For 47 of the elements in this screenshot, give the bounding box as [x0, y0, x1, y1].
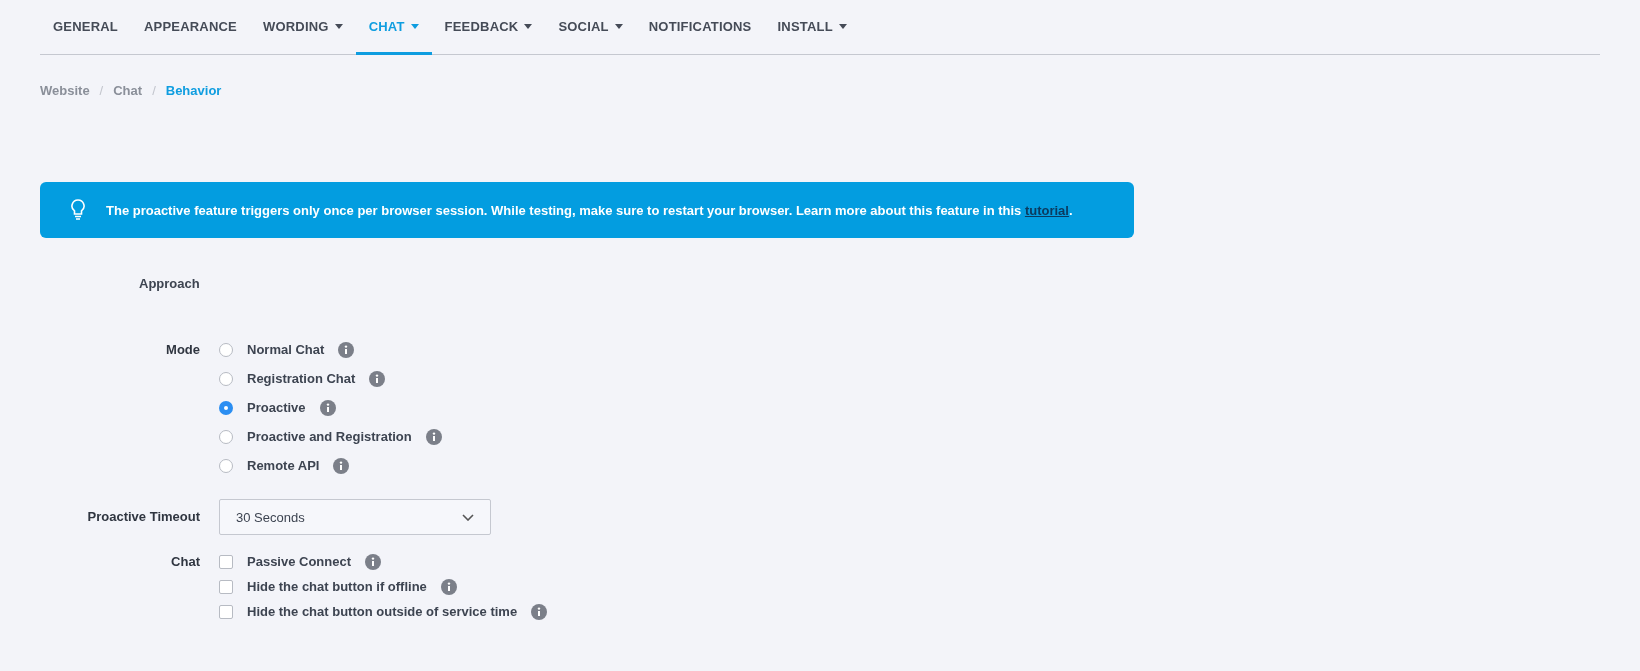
section-title: Approach	[139, 276, 201, 291]
radio-button[interactable]	[219, 371, 233, 386]
field-label: Mode	[165, 341, 200, 359]
info-icon[interactable]	[440, 578, 457, 595]
breadcrumb-separator: /	[99, 83, 104, 98]
info-icon[interactable]	[425, 428, 442, 445]
checkbox[interactable]	[219, 554, 233, 569]
radio-label[interactable]: Remote API	[247, 458, 320, 473]
banner-message: The proactive feature triggers only once per browser session. While testing, make sure to restart your browser. Learn more about this feature in this tutorial.	[106, 202, 1073, 218]
radio-label[interactable]: Normal Chat	[247, 342, 325, 357]
checkbox-label[interactable]: Hide the chat button outside of service time	[247, 604, 518, 619]
info-icon[interactable]	[531, 603, 548, 620]
radio-button[interactable]	[219, 458, 233, 473]
tutorial-link[interactable]: tutorial	[1024, 202, 1069, 218]
radio-button[interactable]	[219, 400, 233, 415]
caret-icon	[410, 23, 419, 29]
nav-tab[interactable]: FEEDBACK	[431, 0, 546, 55]
radio-label[interactable]: Registration Chat	[247, 371, 356, 386]
caret-icon	[334, 23, 343, 29]
nav-tab[interactable]: NOTIFICATIONS	[635, 0, 765, 55]
nav-tab[interactable]: SOCIAL	[545, 0, 636, 55]
caret-icon	[524, 23, 533, 29]
caret-icon	[614, 23, 623, 29]
info-icon[interactable]	[319, 399, 336, 416]
radio-label[interactable]: Proactive	[247, 400, 306, 415]
nav-tab[interactable]: APPEARANCE	[130, 0, 250, 55]
nav-tab[interactable]: GENERAL	[40, 0, 131, 55]
caret-icon	[838, 23, 847, 29]
checkbox[interactable]	[219, 579, 233, 594]
timeout-dropdown[interactable]: 30 Seconds	[219, 499, 491, 535]
nav-tab[interactable]: INSTALL	[764, 0, 860, 55]
checkbox[interactable]	[219, 604, 233, 619]
radio-button[interactable]	[219, 429, 233, 444]
field-label: Proactive Timeout	[86, 508, 200, 526]
checkbox-label[interactable]: Passive Connect	[247, 554, 352, 569]
checkbox-label[interactable]: Hide the chat button if offline	[247, 579, 427, 594]
radio-button[interactable]	[219, 342, 233, 357]
info-icon[interactable]	[333, 457, 350, 474]
info-icon[interactable]	[338, 341, 355, 358]
field-label: Chat	[170, 553, 200, 571]
info-icon[interactable]	[365, 553, 382, 570]
chevron-down-icon	[462, 513, 474, 521]
lightbulb-icon	[70, 199, 86, 221]
info-icon[interactable]	[369, 370, 386, 387]
breadcrumb-separator: /	[152, 83, 156, 98]
radio-label[interactable]: Proactive and Registration	[247, 429, 412, 444]
nav-tab[interactable]: WORDING	[250, 0, 356, 55]
